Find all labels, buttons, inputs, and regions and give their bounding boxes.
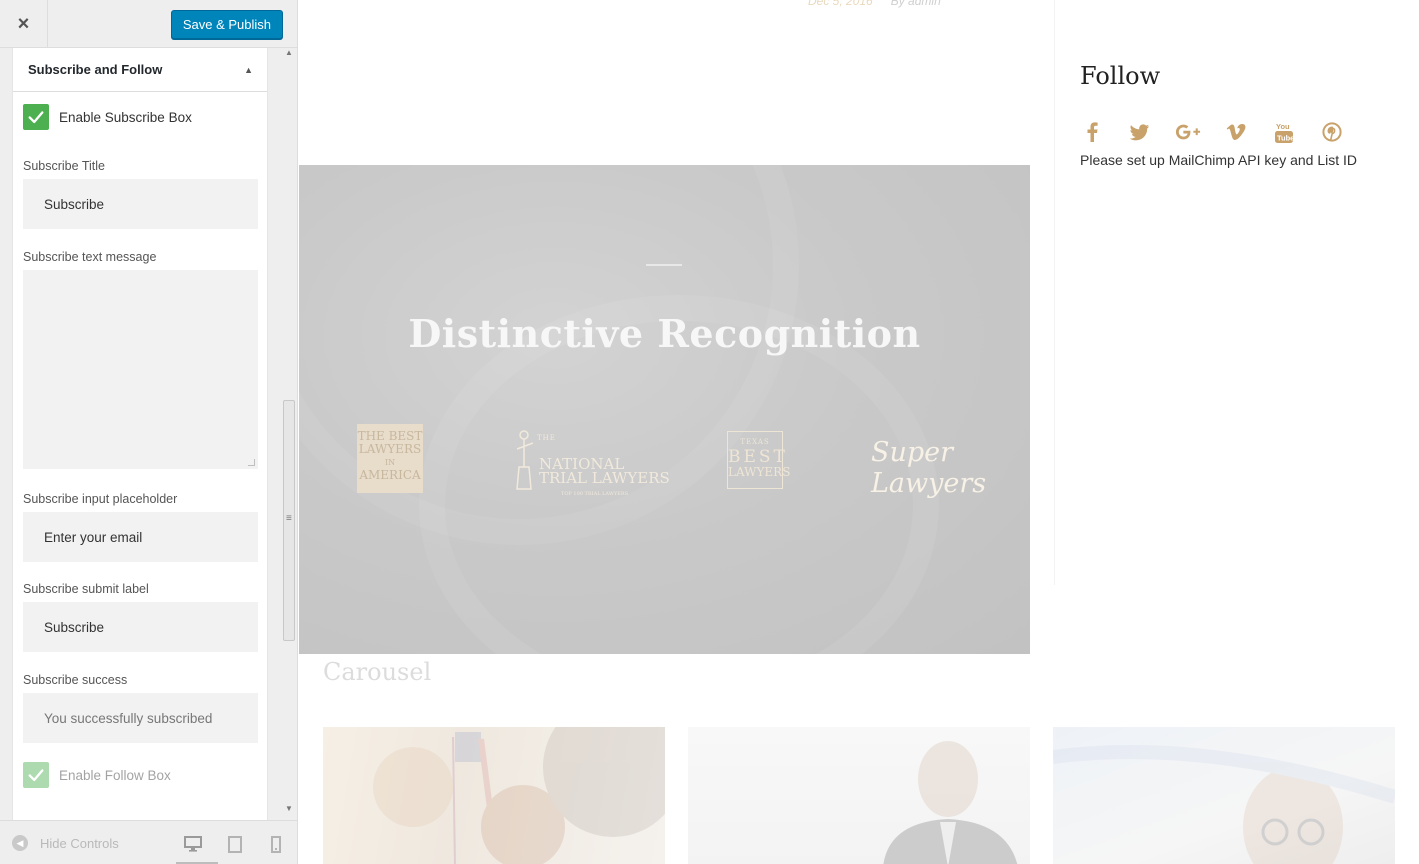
social-icons: You Tube [1079, 120, 1345, 144]
subscribe-placeholder-input[interactable]: Enter your email [23, 512, 258, 562]
mobile-preview-button[interactable] [265, 833, 287, 855]
lawyer-glasses-image [1053, 745, 1395, 864]
subscribe-submit-input[interactable]: Subscribe [23, 602, 258, 652]
enable-follow-label: Enable Follow Box [59, 767, 171, 783]
close-button[interactable]: × [0, 0, 48, 48]
enable-subscribe-row[interactable]: Enable Subscribe Box [23, 104, 192, 130]
desktop-icon [184, 836, 202, 852]
logo-line: AMERICA [359, 468, 421, 482]
enable-subscribe-label: Enable Subscribe Box [59, 109, 192, 125]
vimeo-icon[interactable] [1223, 120, 1249, 144]
carousel-title: Carousel [323, 658, 432, 686]
logo-line: TOP 100 TRIAL LAWYERS [561, 491, 629, 497]
post-author: By admin [890, 0, 941, 8]
mailchimp-notice: Please set up MailChimp API key and List… [1080, 152, 1358, 168]
super-lawyers-logo: Super Lawyers [871, 437, 987, 499]
lady-justice-icon [516, 430, 534, 490]
google-plus-icon[interactable] [1175, 120, 1201, 144]
flag-image [373, 727, 665, 864]
collapse-left-icon: ◀ [12, 835, 28, 851]
customizer-topbar: × Save & Publish [0, 0, 297, 48]
customizer-footer: ◀ Hide Controls [0, 820, 297, 864]
subscribe-success-label: Subscribe success [23, 673, 128, 687]
desktop-preview-button[interactable] [176, 833, 218, 864]
subscribe-title-label: Subscribe Title [23, 159, 105, 173]
customizer-sidebar: × Save & Publish Subscribe and Follow ▲ … [0, 0, 298, 864]
subscribe-title-input[interactable]: Subscribe [23, 179, 258, 229]
collapse-arrow-icon[interactable]: ▲ [244, 65, 253, 75]
facebook-icon[interactable] [1079, 120, 1105, 144]
post-meta: Dec 5, 2016 By admin [808, 0, 941, 8]
carousel-card[interactable] [323, 727, 665, 864]
recognition-banner: Distinctive Recognition THE BEST LAWYERS… [299, 165, 1030, 654]
scroll-thumb[interactable]: ≡ [283, 400, 295, 641]
section-header[interactable]: Subscribe and Follow ▲ [13, 48, 267, 92]
title-divider [646, 264, 682, 266]
logo-line: BEST [728, 447, 788, 467]
lawyer-portrait-image [883, 741, 1018, 864]
enable-follow-row[interactable]: Enable Follow Box [23, 762, 171, 788]
scroll-down-arrow-icon[interactable]: ▼ [285, 804, 293, 813]
mobile-icon [271, 835, 281, 853]
hide-controls-label: Hide Controls [40, 835, 119, 851]
best-lawyers-america-logo: THE BEST LAWYERS IN AMERICA [357, 424, 423, 493]
recognition-title: Distinctive Recognition [408, 311, 921, 356]
tablet-preview-button[interactable] [224, 833, 246, 855]
enable-follow-checkbox[interactable] [23, 762, 49, 788]
checkmark-icon [28, 111, 44, 124]
subscribe-text-label: Subscribe text message [23, 250, 157, 264]
svg-text:You: You [1276, 122, 1290, 131]
subscribe-follow-panel: Subscribe and Follow ▲ Enable Subscribe … [12, 48, 268, 820]
post-date: Dec 5, 2016 [808, 0, 873, 8]
logo-line: TRIAL LAWYERS [539, 469, 670, 487]
save-publish-button[interactable]: Save & Publish [170, 10, 283, 39]
resize-handle-icon[interactable] [248, 459, 255, 466]
sidebar-widget-area: Follow You Tube Please set up MailChimp … [1054, 0, 1394, 585]
tablet-icon [228, 835, 242, 853]
subscribe-text-textarea[interactable] [23, 270, 258, 469]
texas-best-lawyers-logo: TEXAS BEST LAWYERS [727, 431, 791, 489]
youtube-icon[interactable]: You Tube [1271, 120, 1297, 144]
hide-controls-button[interactable]: ◀ Hide Controls [12, 835, 119, 851]
scroll-up-arrow-icon[interactable]: ▲ [285, 48, 293, 57]
carousel-card[interactable] [688, 727, 1030, 864]
twitter-icon[interactable] [1127, 120, 1153, 144]
enable-subscribe-checkbox[interactable] [23, 104, 49, 130]
checkmark-icon [28, 769, 44, 782]
pinterest-icon[interactable] [1319, 120, 1345, 144]
logo-line: THE [537, 434, 556, 442]
logo-line: LAWYERS [728, 465, 791, 479]
panel-scrollbar[interactable]: ▲ ≡ ▼ [281, 48, 297, 820]
grip-icon: ≡ [286, 513, 292, 524]
svg-text:Tube: Tube [1277, 134, 1293, 143]
follow-title: Follow [1080, 62, 1161, 90]
subscribe-success-input[interactable]: You successfully subscribed [23, 693, 258, 743]
subscribe-submit-label: Subscribe submit label [23, 582, 149, 596]
subscribe-placeholder-label: Subscribe input placeholder [23, 492, 178, 506]
logo-line: LAWYERS [358, 442, 422, 456]
section-title: Subscribe and Follow [28, 62, 163, 77]
site-preview: Dec 5, 2016 By admin Distinctive Recognit… [298, 0, 1419, 864]
carousel-card[interactable] [1053, 727, 1395, 864]
close-icon[interactable]: × [18, 13, 30, 36]
